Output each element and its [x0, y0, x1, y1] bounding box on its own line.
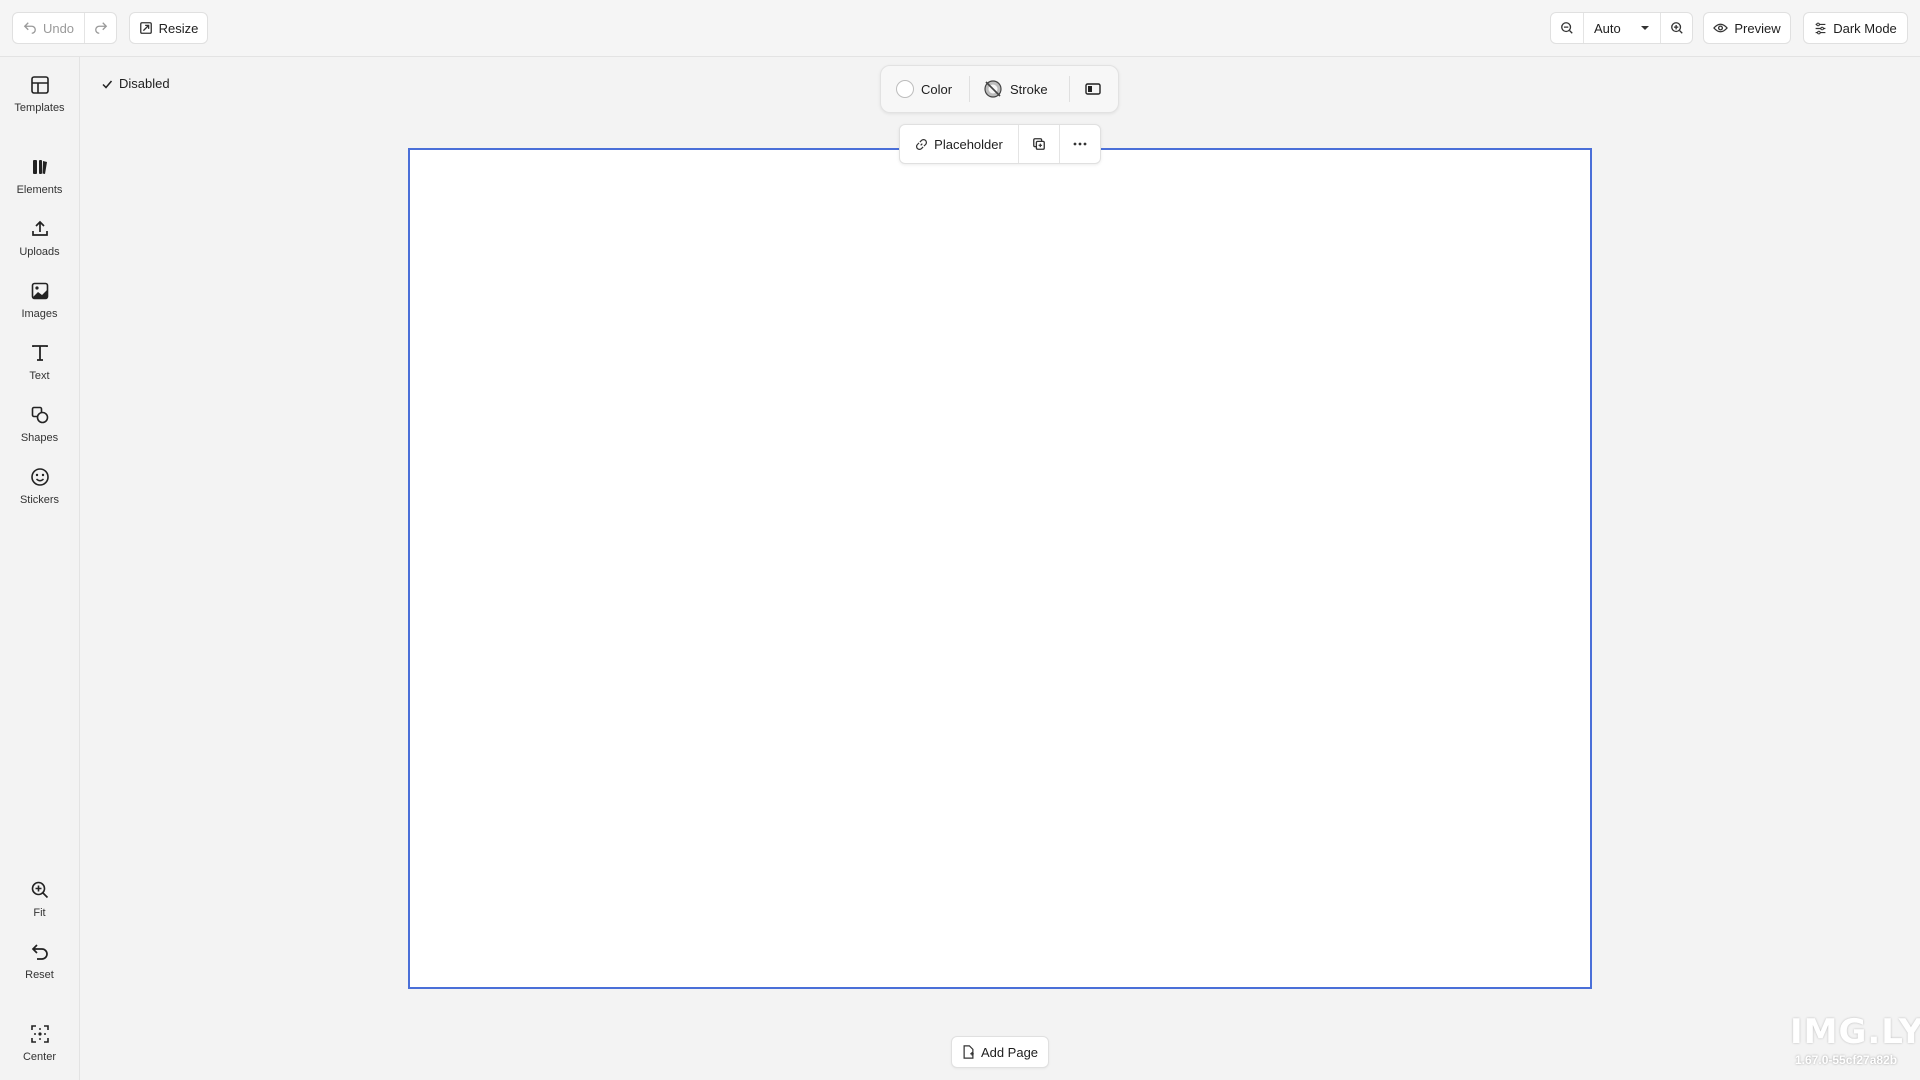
history-group: Undo: [12, 12, 117, 44]
fill-stroke-toolbar: Color Stroke: [880, 65, 1119, 113]
panel-toggle-button[interactable]: [1085, 66, 1101, 112]
upload-icon: [28, 217, 52, 241]
panel-icon: [1085, 83, 1101, 95]
shapes-icon: [28, 403, 52, 427]
undo-button[interactable]: Undo: [13, 13, 84, 43]
dark-mode-button[interactable]: Dark Mode: [1803, 12, 1908, 44]
sidebar-item-images[interactable]: Images: [0, 279, 79, 335]
sidebar: Templates Elements Uploads Images Text S…: [0, 57, 80, 1080]
sidebar-item-shapes[interactable]: Shapes: [0, 403, 79, 459]
placeholder-button[interactable]: Placeholder: [900, 125, 1018, 163]
more-horizontal-icon: [1073, 142, 1087, 146]
sidebar-item-stickers[interactable]: Stickers: [0, 465, 79, 521]
toolbar-divider: [1069, 76, 1070, 102]
zoom-in-icon: [1670, 22, 1683, 34]
top-bar: Undo Resize Auto Preview Dark Mode: [0, 0, 1920, 57]
elements-icon: [28, 155, 52, 179]
zoom-select[interactable]: Auto: [1583, 13, 1660, 43]
canvas-page[interactable]: [408, 148, 1592, 989]
resize-button[interactable]: Resize: [129, 12, 208, 44]
redo-button[interactable]: [84, 13, 116, 43]
stroke-disabled-icon: [984, 80, 1002, 98]
block-toolbar: Placeholder: [899, 124, 1101, 164]
center-button[interactable]: Center: [0, 1022, 79, 1078]
undo-icon: [23, 22, 36, 34]
disabled-toggle[interactable]: Disabled: [101, 76, 170, 91]
imgly-logo: IMG.LY: [1790, 1012, 1920, 1052]
settings-sliders-icon: [1815, 22, 1826, 34]
zoom-out-button[interactable]: [1551, 13, 1583, 43]
link-icon: [916, 138, 928, 150]
version-label: 1.67.0-55cf27a82b: [1795, 1053, 1898, 1067]
sidebar-item-uploads[interactable]: Uploads: [0, 217, 79, 273]
image-icon: [28, 279, 52, 303]
eye-icon: [1713, 23, 1729, 33]
color-button[interactable]: Color: [896, 66, 952, 112]
center-icon: [28, 1022, 52, 1046]
sticker-icon: [28, 465, 52, 489]
sidebar-item-text[interactable]: Text: [0, 341, 79, 397]
checkmark-icon: [102, 80, 113, 89]
more-options-button[interactable]: [1059, 125, 1100, 163]
duplicate-icon: [1033, 138, 1045, 150]
sidebar-item-templates[interactable]: Templates: [0, 73, 79, 129]
zoom-in-button[interactable]: [1660, 13, 1692, 43]
redo-icon: [94, 22, 107, 34]
toolbar-divider: [969, 76, 970, 102]
color-swatch-icon: [896, 80, 914, 98]
zoom-out-icon: [1561, 22, 1573, 34]
reset-button[interactable]: Reset: [0, 940, 79, 996]
add-page-icon: [963, 1045, 974, 1059]
reset-icon: [28, 940, 52, 964]
preview-button[interactable]: Preview: [1703, 12, 1791, 44]
chevron-down-icon: [1641, 26, 1649, 30]
sidebar-item-elements[interactable]: Elements: [0, 155, 79, 211]
resize-icon: [139, 22, 152, 34]
text-icon: [28, 341, 52, 365]
fit-button[interactable]: Fit: [0, 878, 79, 934]
duplicate-button[interactable]: [1018, 125, 1059, 163]
zoom-fit-icon: [28, 878, 52, 902]
add-page-button[interactable]: Add Page: [951, 1036, 1049, 1068]
templates-icon: [28, 73, 52, 97]
stroke-button[interactable]: Stroke: [983, 66, 1048, 112]
zoom-group: Auto: [1550, 12, 1693, 44]
